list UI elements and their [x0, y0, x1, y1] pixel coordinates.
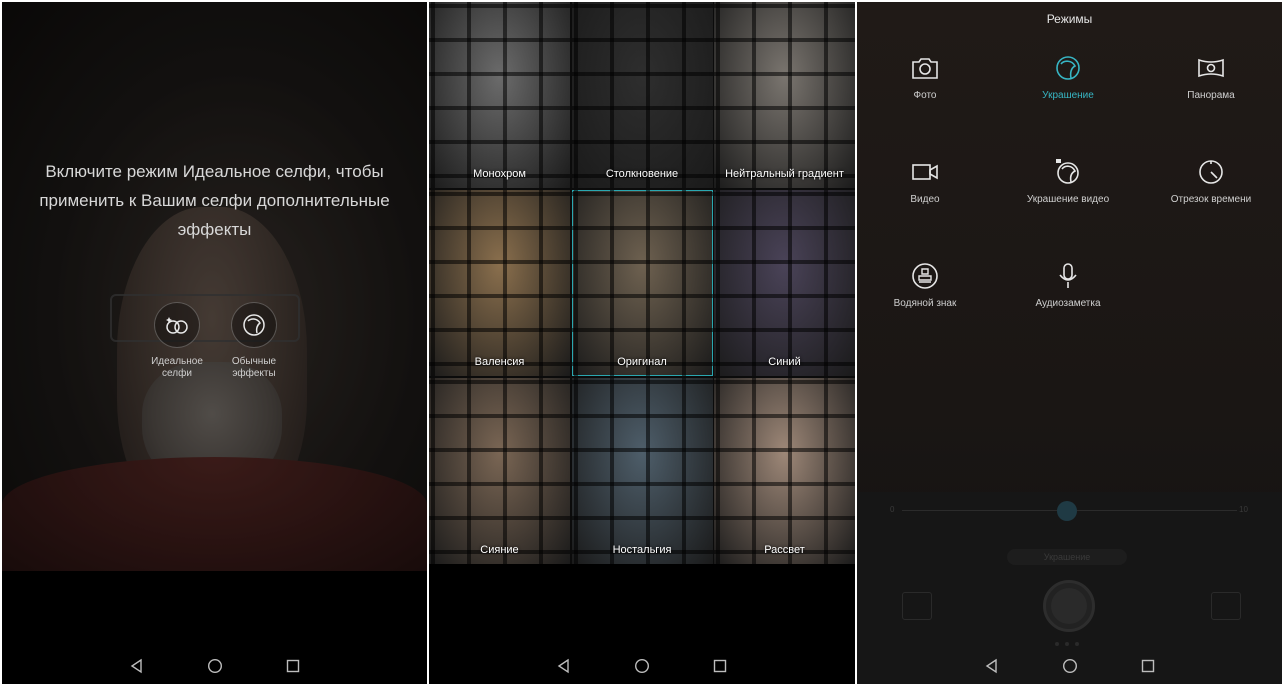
- mode-watermark[interactable]: Водяной знак: [857, 262, 995, 309]
- beauty-effects-label-1: Обычные: [231, 356, 277, 367]
- mode-video[interactable]: Видео: [857, 158, 995, 205]
- mode-label: Украшение видео: [1026, 194, 1110, 205]
- filter-tile-dawn[interactable]: Рассвет: [714, 378, 855, 564]
- mode-photo[interactable]: Фото: [857, 54, 995, 101]
- recents-icon: [1141, 659, 1154, 673]
- beauty-icon: [1056, 56, 1080, 80]
- filter-tile-nostalgia[interactable]: Ностальгия: [571, 378, 713, 564]
- filter-tile-neutral-gradient[interactable]: Нейтральный градиент: [714, 2, 855, 188]
- camera-preview: Включите режим Идеальное селфи, чтобы пр…: [2, 2, 427, 571]
- preview-dim-overlay: [2, 2, 427, 571]
- current-mode-chip[interactable]: Украшение: [1007, 549, 1127, 565]
- slider-min-label: 0: [890, 505, 895, 514]
- back-button[interactable]: [983, 657, 1001, 675]
- filter-label: Рассвет: [764, 544, 805, 556]
- recents-button[interactable]: [711, 657, 729, 675]
- filter-label: Нейтральный градиент: [725, 168, 844, 180]
- system-nav-bar: [2, 648, 427, 684]
- back-icon: [130, 658, 142, 674]
- page-indicator: [1055, 642, 1079, 646]
- mode-label: Фото: [913, 90, 937, 101]
- filter-label: Сияние: [480, 544, 519, 556]
- home-button[interactable]: [206, 657, 224, 675]
- modes-screen: Режимы Фото Украшение Панорама Видео Укр…: [857, 2, 1282, 684]
- home-icon: [634, 658, 650, 674]
- filter-tile-monochrome[interactable]: Монохром: [429, 2, 570, 188]
- system-nav-bar: [429, 648, 855, 684]
- mode-label: Аудиозаметка: [1035, 298, 1101, 309]
- panorama-icon: [1198, 58, 1224, 78]
- beauty-effects-label-2: эффекты: [232, 368, 276, 379]
- back-button[interactable]: [128, 657, 146, 675]
- recents-button[interactable]: [284, 657, 302, 675]
- mode-label: Украшение: [1042, 90, 1094, 101]
- perfect-selfie-label-2: селфи: [162, 368, 192, 379]
- back-icon: [985, 658, 997, 674]
- home-icon: [1062, 658, 1077, 674]
- watermark-icon: [912, 263, 938, 289]
- beauty-video-icon: [1056, 159, 1079, 184]
- filter-label: Оригинал: [617, 356, 667, 368]
- filter-label: Валенсия: [474, 356, 525, 368]
- recents-icon: [286, 659, 299, 673]
- mode-panorama[interactable]: Панорама: [1141, 54, 1281, 101]
- perfect-selfie-message: Включите режим Идеальное селфи, чтобы пр…: [39, 162, 390, 239]
- slider-max-label: 10: [1239, 505, 1248, 514]
- filter-tile-valencia[interactable]: Валенсия: [429, 190, 570, 376]
- shutter-button[interactable]: [1043, 580, 1095, 632]
- selfie-effects-screen: Включите режим Идеальное селфи, чтобы пр…: [2, 2, 427, 684]
- system-nav-bar: [857, 648, 1282, 684]
- filter-tile-glow[interactable]: Сияние: [429, 378, 570, 564]
- filter-tile-collision[interactable]: Столкновение: [571, 2, 713, 188]
- camera-icon: [912, 58, 938, 79]
- mode-beauty-video[interactable]: Украшение видео: [998, 158, 1138, 205]
- mode-timelapse[interactable]: Отрезок времени: [1141, 158, 1281, 205]
- filter-label: Ностальгия: [612, 544, 672, 556]
- beauty-effects-button[interactable]: Обычные эффекты: [224, 302, 284, 380]
- perfect-selfie-icon: [166, 317, 188, 334]
- video-record-button[interactable]: [1211, 592, 1241, 620]
- timelapse-icon: [1199, 160, 1223, 184]
- modes-title: Режимы: [1046, 12, 1093, 26]
- mode-label: Видео: [910, 194, 940, 205]
- mode-audio-note[interactable]: Аудиозаметка: [998, 262, 1138, 309]
- mode-beauty[interactable]: Украшение: [998, 54, 1138, 101]
- home-button[interactable]: [633, 657, 651, 675]
- home-icon: [207, 658, 222, 674]
- beauty-effects-icon: [243, 314, 265, 336]
- video-icon: [912, 164, 938, 180]
- gallery-thumbnail[interactable]: [902, 592, 932, 620]
- home-button[interactable]: [1061, 657, 1079, 675]
- mode-label: Водяной знак: [893, 298, 957, 309]
- filter-label: Столкновение: [605, 168, 679, 180]
- mode-label: Отрезок времени: [1170, 194, 1252, 205]
- filter-tile-blue[interactable]: Синий: [714, 190, 855, 376]
- microphone-icon: [1059, 263, 1077, 288]
- back-button[interactable]: [555, 657, 573, 675]
- filter-label: Монохром: [473, 168, 526, 180]
- perfect-selfie-label-1: Идеальное: [151, 356, 203, 367]
- filter-label: Синий: [768, 356, 801, 368]
- recents-icon: [713, 659, 727, 673]
- recents-button[interactable]: [1139, 657, 1157, 675]
- filter-tile-original[interactable]: Оригинал: [571, 190, 713, 376]
- back-icon: [557, 658, 569, 674]
- perfect-selfie-button[interactable]: Идеальное селфи: [147, 302, 207, 380]
- filter-grid: Монохром Столкновение Нейтральный градие…: [429, 2, 855, 564]
- filters-screen: Монохром Столкновение Нейтральный градие…: [429, 2, 855, 684]
- mode-label: Панорама: [1187, 90, 1235, 101]
- beauty-slider-knob[interactable]: [1057, 501, 1077, 521]
